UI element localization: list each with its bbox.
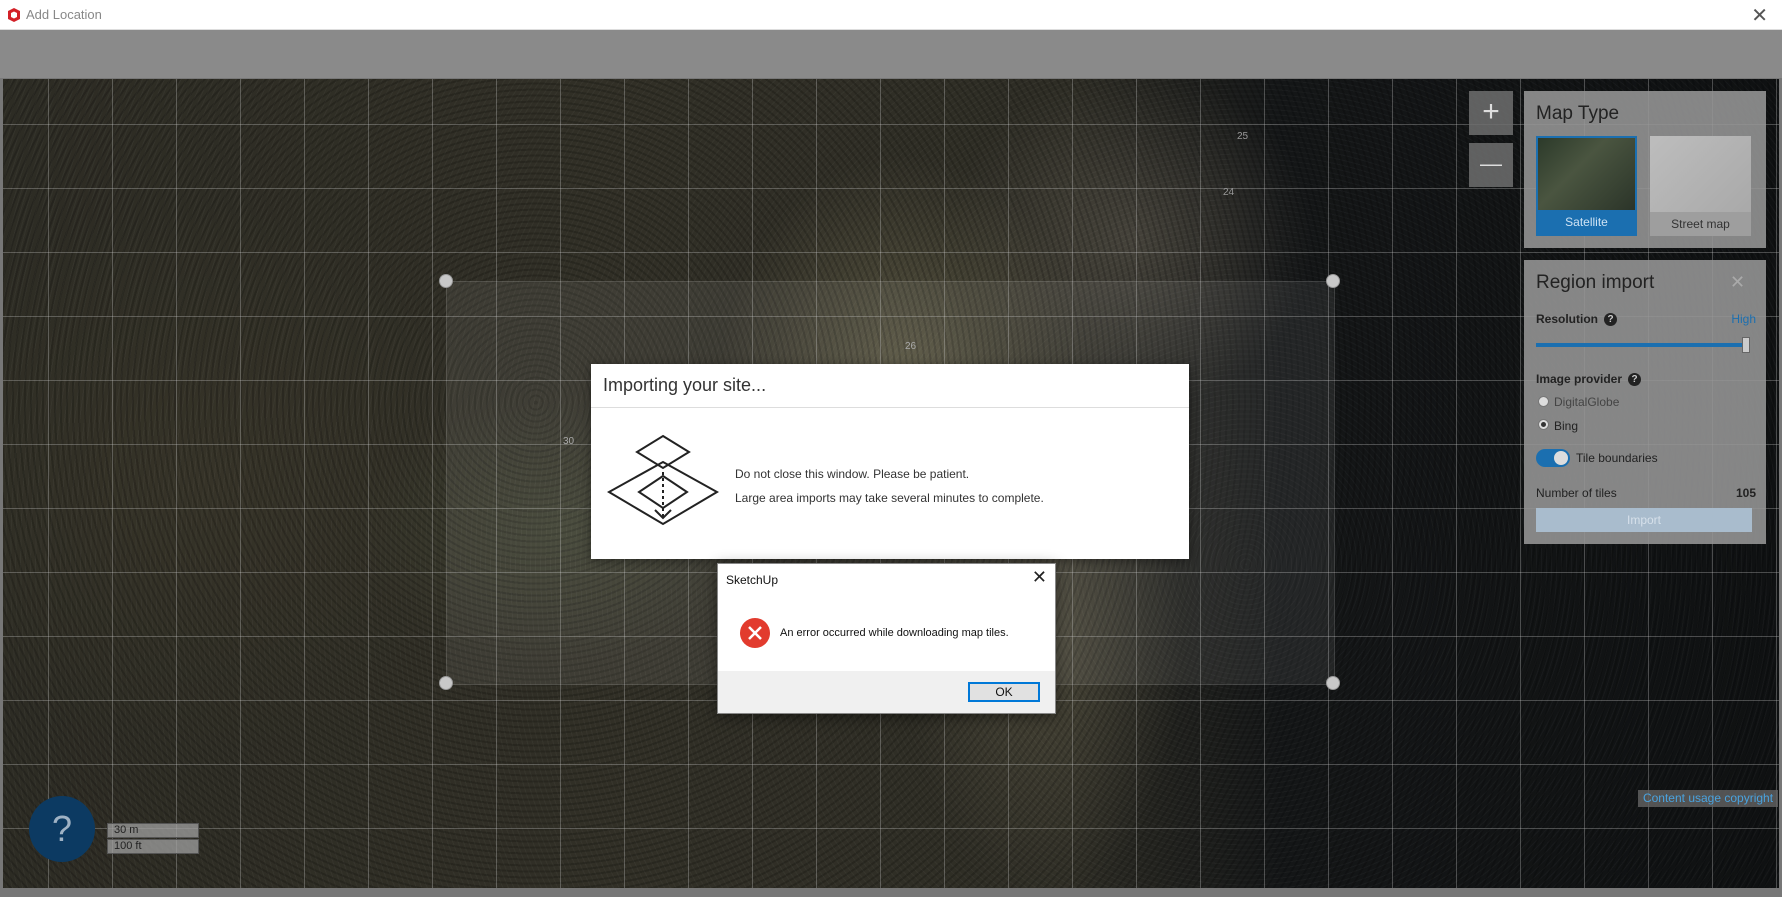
scale-metric: 30 m [107,823,199,838]
region-import-panel: Region import ✕ Resolution? High Image p… [1524,260,1766,544]
sketchup-logo-icon [8,8,20,22]
help-button[interactable]: ? [29,796,95,862]
tile-number: 24 [1223,187,1235,198]
map-type-label: Satellite [1538,210,1635,234]
map-type-satellite[interactable]: Satellite [1536,136,1637,236]
importing-dialog: Importing your site... Do not close this… [591,364,1189,559]
map-type-title: Map Type [1536,103,1620,124]
zoom-in-button[interactable]: + [1469,91,1513,135]
region-handle-bottom-right[interactable] [1326,676,1340,690]
scale-imperial: 100 ft [107,839,199,854]
toolbar-area [0,30,1782,78]
region-handle-top-right[interactable] [1326,274,1340,288]
error-icon [740,618,770,648]
panel-close-icon[interactable]: ✕ [1730,272,1745,293]
map-type-street[interactable]: Street map [1650,136,1751,236]
window-close-icon[interactable]: ✕ [1751,3,1768,28]
tiles-count-label: Number of tiles [1536,486,1617,500]
error-message: An error occurred while downloading map … [780,627,1009,639]
resolution-slider-handle[interactable] [1742,337,1750,353]
importing-dialog-title: Importing your site... [603,375,767,395]
help-icon[interactable]: ? [1604,313,1617,327]
importing-dialog-header: Importing your site... [591,364,1189,408]
tile-boundaries-toggle[interactable] [1536,449,1570,467]
content-copyright-link[interactable]: Content usage copyright [1638,790,1778,807]
tile-number: 26 [905,341,917,352]
region-handle-top-left[interactable] [439,274,453,288]
tile-boundaries-label: Tile boundaries [1576,451,1658,465]
import-button[interactable]: Import [1536,508,1752,532]
help-icon[interactable]: ? [1628,373,1642,387]
import-layers-icon [606,434,720,526]
tile-number: 25 [1237,131,1249,142]
window-title-bar: Add Location ✕ [0,0,1782,30]
region-import-title: Region import [1536,272,1655,293]
map-type-label: Street map [1650,212,1751,236]
provider-radio-digitalglobe[interactable] [1538,396,1549,407]
error-dialog: SketchUp ✕ An error occurred while downl… [717,563,1056,714]
satellite-thumbnail [1538,138,1635,214]
region-handle-bottom-left[interactable] [439,676,453,690]
importing-message-line1: Do not close this window. Please be pati… [735,467,970,481]
error-dialog-footer: OK [718,671,1055,713]
provider-label: DigitalGlobe [1554,395,1620,409]
window-title: Add Location [26,7,102,22]
resolution-value: High [1731,312,1756,326]
tiles-count-value: 105 [1735,486,1756,500]
error-dialog-caption: SketchUp [726,573,779,587]
importing-message-line2: Large area imports may take several minu… [735,491,1044,505]
provider-radio-bing[interactable] [1538,419,1549,430]
map-type-panel: Map Type Satellite Street map [1524,91,1766,248]
error-dialog-close-icon[interactable]: ✕ [1032,567,1047,588]
toggle-knob [1554,451,1568,465]
resolution-slider[interactable] [1536,343,1748,347]
resolution-label: Resolution? [1536,312,1617,327]
provider-label: Bing [1554,419,1579,433]
street-map-thumbnail [1650,136,1751,212]
zoom-out-button[interactable]: — [1469,143,1513,187]
tile-number: 30 [563,436,575,447]
image-provider-label: Image provider? [1536,372,1642,387]
ok-button[interactable]: OK [968,682,1040,702]
